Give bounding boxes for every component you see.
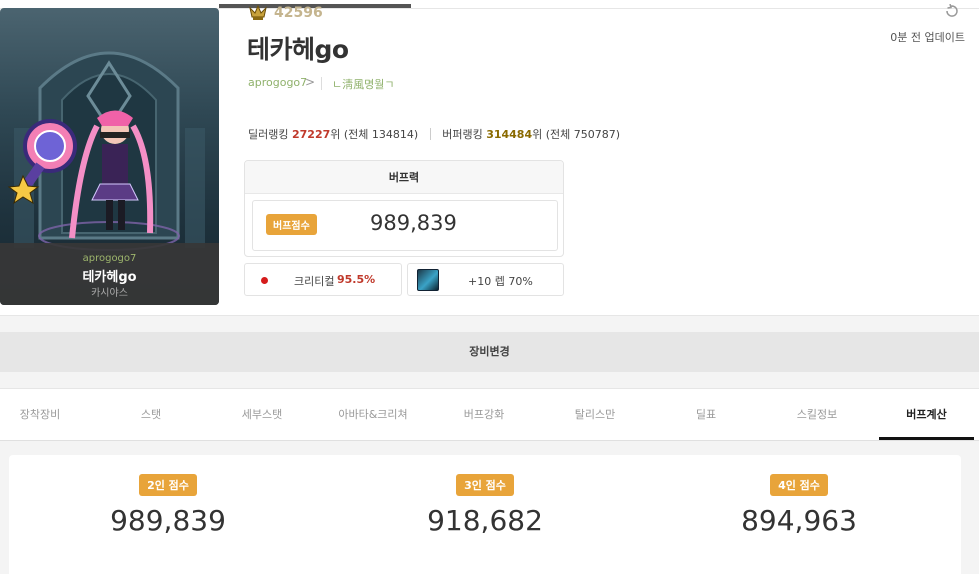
buff-power-title: 버프력	[245, 161, 563, 194]
tab-bar: 장착장비 스탯 세부스탯 아바타&크리쳐 버프강화 탈리스만 딜표 스킬정보 버…	[0, 388, 979, 441]
dealer-rank-suffix: 위 (전체 134814)	[330, 128, 419, 141]
score-3p: 3인 점수 918,682	[335, 455, 635, 537]
item-level-label: +10 렙 70%	[468, 275, 533, 288]
score-2p-value: 989,839	[110, 504, 226, 537]
buffer-rank-label: 버퍼랭킹	[442, 128, 483, 141]
score-3p-label: 3인 점수	[456, 474, 514, 496]
ranking-row: 딜러랭킹 27227위 (전체 134814) 버퍼랭킹 314484위 (전체…	[248, 126, 620, 142]
buffer-rank-suffix: 위 (전체 750787)	[532, 128, 621, 141]
score-4p: 4인 점수 894,963	[649, 455, 949, 537]
character-portrait: aprogogo7 테카헤go 카시야스	[0, 8, 219, 305]
portrait-footer: aprogogo7 테카헤go 카시야스	[0, 243, 219, 305]
equip-change-button[interactable]: 장비변경	[0, 332, 979, 372]
score-2p: 2인 점수 989,839	[18, 455, 318, 537]
tab-deal-table[interactable]: 딜표	[656, 389, 756, 441]
tab-buff-calc[interactable]: 버프계산	[879, 389, 974, 441]
character-name: 테카헤go	[247, 35, 349, 64]
dealer-rank-value: 27227	[291, 128, 331, 141]
score-3p-value: 918,682	[427, 504, 543, 537]
active-tab-indicator	[879, 437, 974, 440]
character-page: aprogogo7 테카헤go 카시야스 42596 테카헤go aprogog…	[0, 0, 979, 574]
adventure-link[interactable]: aprogogo7	[248, 76, 307, 89]
tab-avatar-creature[interactable]: 아바타&크리쳐	[323, 389, 423, 441]
tab-stats[interactable]: 스탯	[101, 389, 201, 441]
buff-score-badge: 버프점수	[266, 214, 317, 235]
score-4p-value: 894,963	[741, 504, 857, 537]
fame-medal-icon	[249, 5, 267, 20]
item-level-box: +10 렙 70%	[407, 263, 564, 296]
guild-name[interactable]: ㄴ淸風명월ㄱ	[332, 76, 394, 92]
critical-label: 크리티컬	[294, 275, 335, 288]
critical-box: 크리티컬 95.5%	[244, 263, 402, 296]
portrait-adventure-name: aprogogo7	[82, 253, 137, 264]
character-info-card: aprogogo7 테카헤go 카시야스 42596 테카헤go aprogog…	[0, 0, 979, 316]
divider	[321, 77, 322, 90]
tab-talisman[interactable]: 탈리스만	[545, 389, 645, 441]
divider	[429, 128, 431, 140]
refresh-icon[interactable]	[944, 4, 960, 18]
buffer-rank-value: 314484	[486, 128, 533, 141]
buff-power-panel: 버프력 버프점수 989,839	[244, 160, 564, 257]
tab-equipment[interactable]: 장착장비	[0, 389, 80, 441]
buff-score-box: 버프점수 989,839	[252, 200, 558, 251]
buff-score-panel: 2인 점수 989,839 3인 점수 918,682 4인 점수 894,96…	[9, 455, 961, 574]
dealer-rank-label: 딜러랭킹	[248, 128, 289, 141]
tab-skill-info[interactable]: 스킬정보	[767, 389, 867, 441]
weapon-item-icon	[417, 269, 439, 291]
score-2p-label: 2인 점수	[139, 474, 197, 496]
critical-value: 95.5%	[337, 273, 376, 286]
red-dot-icon	[261, 277, 268, 284]
score-4p-label: 4인 점수	[770, 474, 828, 496]
portrait-server-name: 카시야스	[91, 288, 128, 299]
tab-detail-stats[interactable]: 세부스탯	[212, 389, 312, 441]
fame-value: 42596	[274, 5, 323, 21]
buff-score-value: 989,839	[370, 211, 457, 235]
tab-buff-enhance[interactable]: 버프강화	[434, 389, 534, 441]
chevron-right-icon[interactable]: >	[305, 75, 315, 89]
update-time-text: 0분 전 업데이트	[890, 31, 965, 44]
portrait-character-name: 테카헤go	[82, 270, 137, 285]
